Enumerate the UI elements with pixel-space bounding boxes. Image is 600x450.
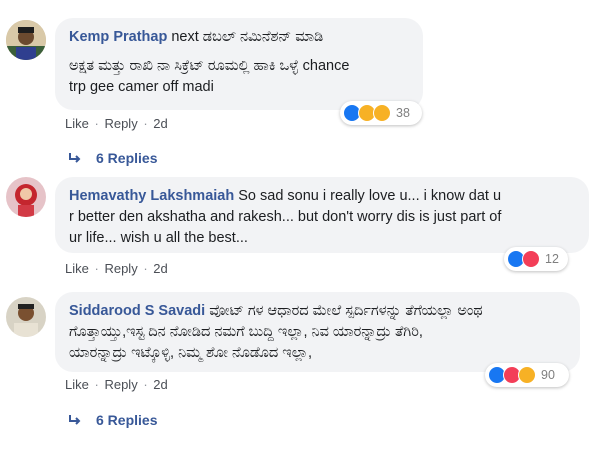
separator: · <box>143 116 148 131</box>
reply-link[interactable]: Reply <box>104 377 137 392</box>
timestamp[interactable]: 2d <box>153 377 167 392</box>
reaction-count: 12 <box>545 252 559 266</box>
reply-arrow-icon <box>69 415 81 425</box>
avatar[interactable] <box>6 297 46 337</box>
separator: · <box>143 377 148 392</box>
replies-label: 6 Replies <box>96 150 158 166</box>
reaction-count: 90 <box>541 368 555 382</box>
wow-reaction-icon <box>373 104 391 122</box>
comment-author[interactable]: Kemp Prathap <box>69 29 167 45</box>
haha-reaction-icon <box>518 366 536 384</box>
comment-author[interactable]: Siddarood S Savadi <box>69 303 205 319</box>
like-link[interactable]: Like <box>65 116 89 131</box>
replies-label: 6 Replies <box>96 412 158 428</box>
comment-bubble: Kemp Prathap next ಡಬಲ್ ನಮಿನೆಶನ್ ಮಾಡಿ ಅಕ್… <box>55 18 423 110</box>
avatar[interactable] <box>6 177 46 217</box>
reactions-summary[interactable]: 90 <box>485 363 569 387</box>
comment-text: So sad sonu i really love u... i know da… <box>238 188 502 204</box>
reply-link[interactable]: Reply <box>104 261 137 276</box>
like-link[interactable]: Like <box>65 261 89 276</box>
reply-link[interactable]: Reply <box>104 116 137 131</box>
view-replies[interactable]: 6 Replies <box>68 412 157 428</box>
reactions-summary[interactable]: 38 <box>340 101 422 125</box>
comment-actions: Like · Reply · 2d <box>65 116 168 131</box>
comment-text-line: ಗೊತ್ತಾಯ್ತು,ಇಸ್ಟ ದಿನ ನೋಡಿದ ನಮಗೆ ಬುದ್ದಿ ಇಲ… <box>69 324 423 340</box>
reply-arrow-icon <box>69 153 81 163</box>
comment-author[interactable]: Hemavathy Lakshmaiah <box>69 188 234 204</box>
comment-text-line: ಅಕ್ಷತ ಮತ್ತು ರಾಖಿ ನಾ ಸಿಕ್ರೆಟ್ ರೂಮಲ್ಲಿ ಹಾಕ… <box>69 58 350 74</box>
reaction-count: 38 <box>396 106 410 120</box>
comment-actions: Like · Reply · 2d <box>65 377 168 392</box>
separator: · <box>94 377 99 392</box>
comment-text-line: trp gee camer off madi <box>69 79 214 95</box>
separator: · <box>94 116 99 131</box>
avatar[interactable] <box>6 20 46 60</box>
comment-actions: Like · Reply · 2d <box>65 261 168 276</box>
reactions-summary[interactable]: 12 <box>504 247 568 271</box>
comment-text-line: ur life... wish u all the best... <box>69 230 248 246</box>
timestamp[interactable]: 2d <box>153 261 167 276</box>
timestamp[interactable]: 2d <box>153 116 167 131</box>
separator: · <box>143 261 148 276</box>
love-reaction-icon <box>522 250 540 268</box>
comment-bubble: Siddarood S Savadi ವೋಟ್ ಗಳ ಆಧಾರದ ಮೇಲೆ ಸ್… <box>55 292 580 372</box>
comment-bubble: Hemavathy Lakshmaiah So sad sonu i reall… <box>55 177 589 253</box>
separator: · <box>94 261 99 276</box>
like-link[interactable]: Like <box>65 377 89 392</box>
comment-text: next ಡಬಲ್ ನಮಿನೆಶನ್ ಮಾಡಿ <box>171 29 324 45</box>
view-replies[interactable]: 6 Replies <box>68 150 157 166</box>
comment-text-line: r better den akshatha and rakesh... but … <box>69 209 502 225</box>
comment-text: ವೋಟ್ ಗಳ ಆಧಾರದ ಮೇಲೆ ಸ್ಪರ್ದಿಗಳನ್ನು ತೆಗೆಯಲ್… <box>209 303 483 319</box>
comment-text-line: ಯಾರನ್ನಾದ್ರು ಇಟ್ಕೊಳ್ಳಿ, ನಿಮ್ಮ ಶೋ ನೊಡೊದ ಇಲ… <box>69 345 312 361</box>
